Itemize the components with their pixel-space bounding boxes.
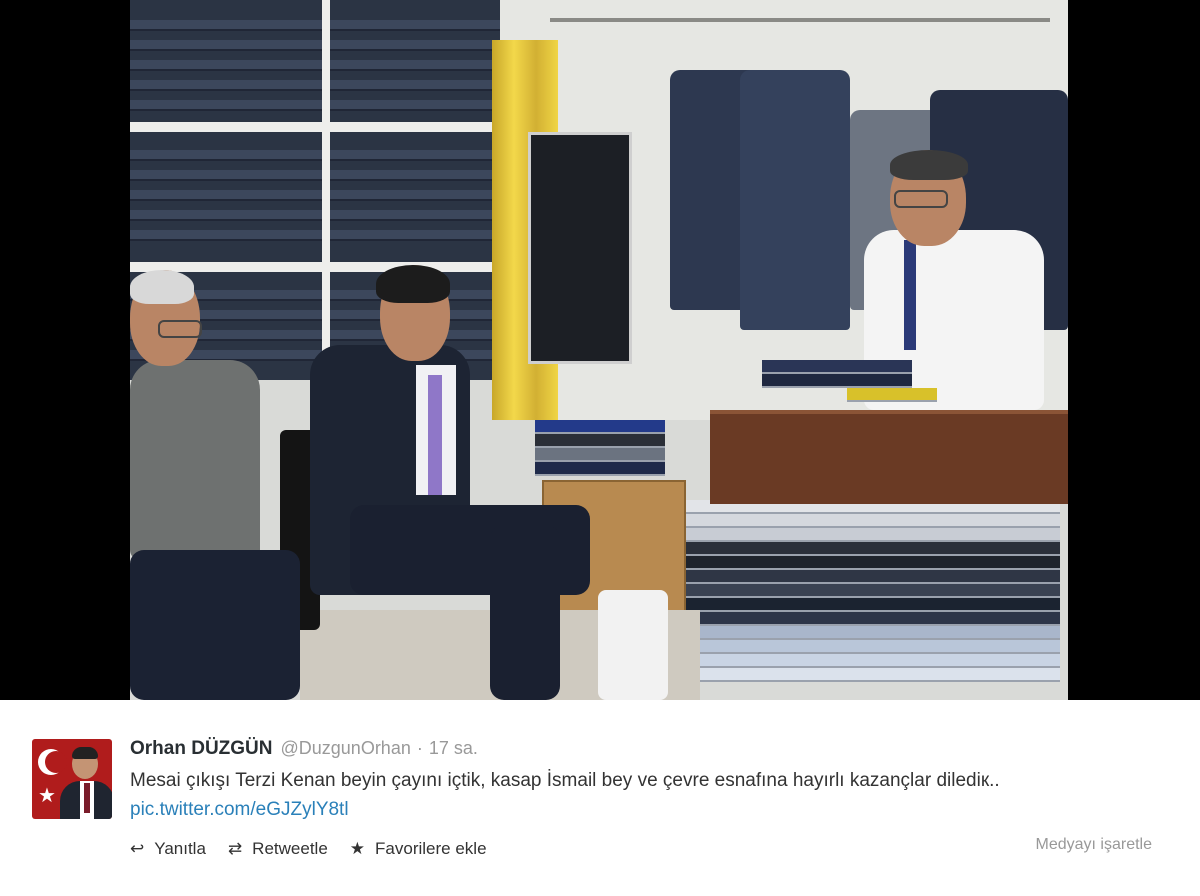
- avatar-hair: [72, 747, 98, 759]
- reply-button[interactable]: ↩ Yanıtla: [130, 839, 206, 859]
- seated-man-left: [130, 270, 310, 700]
- flag-star-icon: ★: [38, 783, 56, 807]
- tweet-body: Mesai çıkışı Terzi Kenan beyin çayını iç…: [130, 770, 1000, 791]
- separator-dot: ·: [416, 738, 423, 758]
- flag-media-link[interactable]: Medyayı işaretle: [1036, 836, 1153, 854]
- seated-man-suit: [310, 265, 600, 700]
- avatar-tie: [84, 783, 90, 813]
- avatar[interactable]: ★: [32, 739, 112, 819]
- author-name[interactable]: Orhan DÜZGÜN: [130, 738, 273, 760]
- retweet-button[interactable]: ⇄ Retweetle: [228, 839, 328, 859]
- tweet-text: Mesai çıkışı Terzi Kenan beyin çayını iç…: [130, 766, 1140, 824]
- fabric-in-hand: [762, 360, 937, 402]
- cutting-table: [710, 410, 1068, 504]
- tweet-photo[interactable]: [130, 0, 1068, 700]
- clothes-rail: [550, 18, 1050, 22]
- reply-icon: ↩: [130, 839, 145, 859]
- hanging-jacket: [740, 70, 850, 330]
- author-line: Orhan DÜZGÜN @DuzgunOrhan · 17 sa.: [130, 738, 478, 762]
- tweet-media-link[interactable]: pic.twitter.com/eGJZylY8tl: [130, 799, 349, 820]
- crescent-cut: [45, 751, 67, 773]
- retweet-label: Retweetle: [252, 839, 328, 858]
- shelf-board: [130, 122, 500, 132]
- retweet-icon: ⇄: [227, 839, 243, 859]
- star-icon: ★: [349, 839, 366, 859]
- shopping-bag: [598, 590, 668, 700]
- favorite-label: Favorilere ekle: [375, 839, 487, 858]
- favorite-button[interactable]: ★ Favorilere ekle: [350, 839, 487, 859]
- fabric-stack: [670, 500, 1060, 682]
- tweet-card: ★ Orhan DÜZGÜN @DuzgunOrhan · 17 sa. Mes…: [0, 700, 1200, 896]
- tweet-photo-frame: [0, 0, 1200, 700]
- tweet-actions: ↩ Yanıtla ⇄ Retweetle ★ Favorilere ekle: [130, 836, 509, 862]
- tweet-timestamp[interactable]: 17 sa.: [429, 738, 478, 759]
- author-handle[interactable]: @DuzgunOrhan: [281, 738, 411, 759]
- reply-label: Yanıtla: [154, 839, 206, 858]
